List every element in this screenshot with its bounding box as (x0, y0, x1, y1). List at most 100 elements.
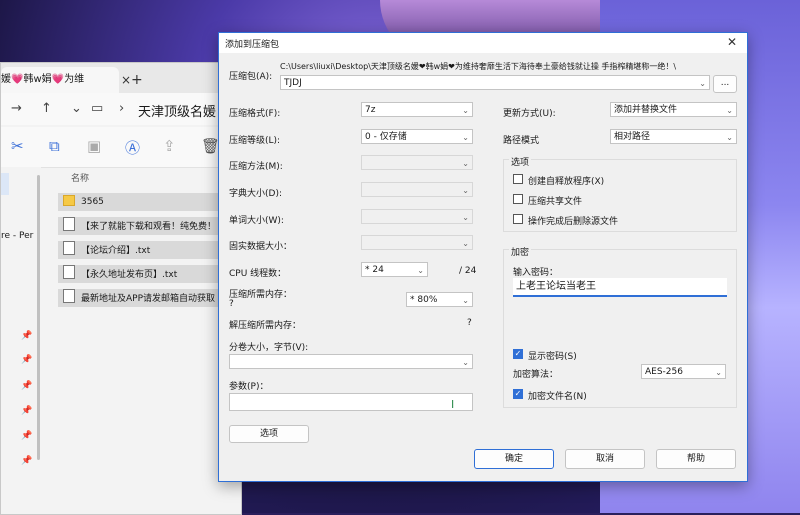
list-item[interactable]: 【论坛介绍】.txt (58, 241, 241, 259)
chevron-right-icon[interactable]: › (119, 101, 124, 116)
shared-label: 压缩共享文件 (528, 197, 583, 207)
text-file-icon (63, 241, 75, 255)
file-name: 【永久地址发布页】.txt (81, 270, 178, 280)
archive-path: C:\Users\liuxi\Desktop\天津顶级名媛❤韩w娟❤为维持奢靡生… (280, 62, 677, 71)
breadcrumb[interactable]: 天津顶级名媛 (138, 101, 216, 120)
chevron-down-icon: ⌄ (462, 296, 469, 305)
chevron-down-icon: ⌄ (699, 79, 706, 88)
cancel-button[interactable]: 取消 (565, 449, 645, 469)
threads-select[interactable]: * 24 ⌄ (361, 262, 428, 277)
format-label: 压缩格式(F): (229, 109, 281, 119)
dict-select[interactable]: ⌄ (361, 182, 473, 197)
split-combo[interactable]: ⌄ (229, 354, 473, 369)
pin-icon: 📌 (21, 456, 33, 466)
update-value: 添加并替换文件 (614, 105, 678, 115)
text-cursor-icon: I (451, 398, 455, 411)
threads-max: / 24 (459, 266, 477, 276)
archive-label: 压缩包(A): (229, 72, 273, 82)
archive-name-value: TJDJ (284, 78, 302, 88)
shared-checkbox[interactable] (513, 194, 523, 204)
plus-icon[interactable]: + (131, 67, 145, 93)
pin-icon: 📌 (21, 406, 33, 416)
pin-icon: 📌 (21, 331, 33, 341)
pin-icon: 📌 (21, 431, 33, 441)
chevron-down-icon[interactable]: ⌄ (71, 101, 82, 116)
monitor-icon[interactable]: ▭ (91, 101, 103, 116)
ok-button[interactable]: 确定 (474, 449, 554, 469)
update-label: 更新方式(U): (503, 109, 556, 119)
help-button[interactable]: 帮助 (656, 449, 736, 469)
file-name: 【来了就能下载和观看！纯免费！ (81, 222, 217, 232)
pin-icon: 📌 (21, 381, 33, 391)
file-name: 3565 (81, 197, 104, 207)
dict-label: 字典大小(D): (229, 189, 282, 199)
method-select[interactable]: ⌄ (361, 155, 473, 170)
column-header-name[interactable]: 名称 (71, 171, 89, 184)
solid-label: 固实数据大小： (229, 242, 293, 252)
chevron-down-icon: ⌄ (462, 358, 469, 367)
encryption-method-select[interactable]: AES-256 ⌄ (641, 364, 726, 379)
chevron-down-icon: ⌄ (417, 266, 424, 275)
memory-select[interactable]: * 80% ⌄ (406, 292, 473, 307)
show-password-checkbox[interactable]: ✓ (513, 349, 523, 359)
solid-select[interactable]: ⌄ (361, 235, 473, 250)
copy-icon[interactable]: ⧉ (49, 137, 60, 155)
memory-value: ? (229, 299, 234, 309)
level-label: 压缩等级(L): (229, 136, 281, 146)
method-label: 压缩方法(M): (229, 162, 283, 172)
options-button[interactable]: 选项 (229, 425, 309, 443)
split-label: 分卷大小，字节(V): (229, 343, 309, 353)
nav-scrollbar[interactable] (37, 175, 40, 460)
encryption-group-title: 加密 (509, 245, 532, 258)
list-item[interactable]: 【永久地址发布页】.txt (58, 265, 241, 283)
text-file-icon (63, 265, 75, 279)
update-select[interactable]: 添加并替换文件 ⌄ (610, 102, 737, 117)
rename-icon[interactable]: Ⓐ (125, 137, 140, 158)
threads-label: CPU 线程数： (229, 269, 287, 279)
delete-source-label: 操作完成后删除源文件 (528, 217, 619, 227)
level-select[interactable]: 0 - 仅存储 ⌄ (361, 129, 473, 144)
browse-button[interactable]: ... (713, 75, 737, 93)
arrow-up-icon[interactable]: ↑ (41, 101, 52, 116)
encrypt-names-checkbox[interactable]: ✓ (513, 389, 523, 399)
format-select[interactable]: 7z ⌄ (361, 102, 473, 117)
chevron-down-icon: ⌄ (462, 106, 469, 115)
params-input[interactable] (229, 393, 473, 411)
word-select[interactable]: ⌄ (361, 209, 473, 224)
encryption-method-value: AES-256 (645, 367, 683, 377)
dialog-title-bar (219, 33, 747, 53)
path-mode-select[interactable]: 相对路径 ⌄ (610, 129, 737, 144)
memory-percent: * 80% (410, 295, 438, 305)
chevron-down-icon: ⌄ (726, 106, 733, 115)
nav-selected-item[interactable] (1, 173, 9, 195)
add-to-archive-dialog: 添加到压缩包 ✕ 压缩包(A): C:\Users\liuxi\Desktop\… (218, 32, 748, 482)
chevron-down-icon: ⌄ (715, 368, 722, 377)
show-password-label: 显示密码(S) (528, 352, 577, 362)
path-mode-label: 路径模式 (503, 136, 540, 146)
share-icon[interactable]: ⇪ (163, 137, 176, 155)
sfx-label: 创建自释放程序(X) (528, 177, 605, 187)
password-input[interactable]: 上老王论坛当老王 (513, 278, 727, 297)
list-item[interactable]: 最新地址及APP请发邮箱自动获取 (58, 289, 241, 307)
file-explorer-window: 媛💗韩w娟💗为维 × + → ↑ ⌄ ▭ › 天津顶级名媛 ✂ ⧉ ▣ Ⓐ ⇪ … (0, 62, 242, 515)
folder-icon (63, 195, 75, 206)
text-file-icon (63, 289, 75, 303)
chevron-down-icon: ⌄ (726, 133, 733, 142)
arrow-right-icon[interactable]: → (11, 101, 22, 116)
close-icon[interactable]: ✕ (727, 35, 737, 49)
list-item[interactable]: 3565 (58, 193, 241, 211)
decompress-memory-label: 解压缩所需内存： (229, 321, 302, 331)
paste-icon[interactable]: ▣ (87, 137, 101, 155)
explorer-tab[interactable]: 媛💗韩w娟💗为维 (1, 67, 119, 93)
cut-icon[interactable]: ✂ (11, 137, 24, 155)
file-name: 【论坛介绍】.txt (81, 246, 151, 256)
nav-item-label[interactable]: re - Per (1, 231, 33, 241)
sfx-checkbox[interactable] (513, 174, 523, 184)
level-value: 0 - 仅存储 (365, 132, 407, 142)
chevron-down-icon: ⌄ (462, 239, 469, 248)
delete-source-checkbox[interactable] (513, 214, 523, 224)
archive-name-combo[interactable]: TJDJ ⌄ (280, 75, 710, 90)
text-file-icon (63, 217, 75, 231)
pin-icon: 📌 (21, 355, 33, 365)
list-item[interactable]: 【来了就能下载和观看！纯免费！ (58, 217, 241, 235)
